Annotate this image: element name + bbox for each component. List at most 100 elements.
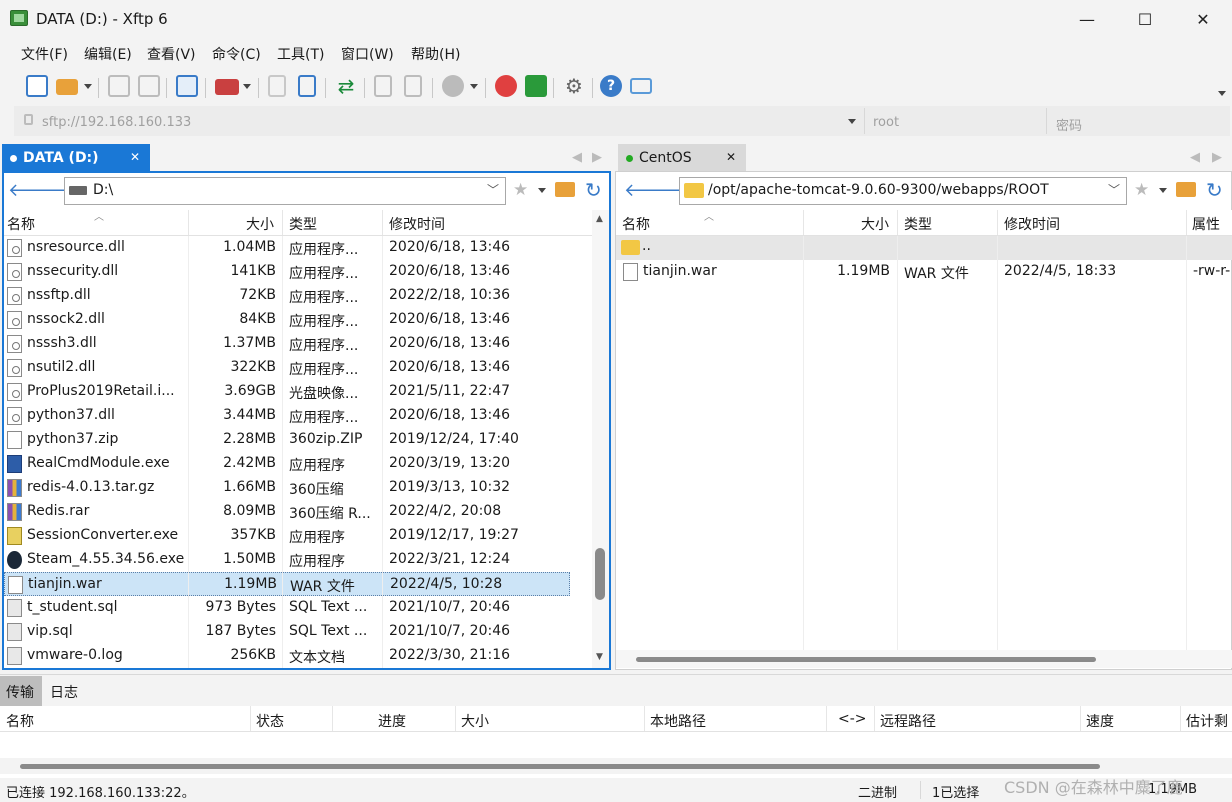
- settings-gear-icon[interactable]: ⚙: [563, 75, 585, 97]
- column-divider[interactable]: [644, 706, 645, 731]
- local-file-row[interactable]: nsssh3.dll 1.37MB 应用程序... 2020/6/18, 13:46: [4, 332, 592, 356]
- scroll-up-icon[interactable]: ▲: [596, 214, 603, 224]
- local-file-row[interactable]: RealCmdModule.exe 2.42MB 应用程序 2020/3/19, 13…: [4, 452, 592, 476]
- xftp-icon[interactable]: [525, 75, 547, 97]
- local-file-row[interactable]: nssftp.dll 72KB 应用程序... 2022/2/18, 10:36: [4, 284, 592, 308]
- column-size[interactable]: 大小: [861, 214, 889, 234]
- column-progress[interactable]: 进度: [378, 711, 406, 731]
- column-divider[interactable]: [897, 210, 898, 235]
- open-folder-icon[interactable]: [56, 79, 78, 95]
- username-input[interactable]: root: [873, 115, 899, 130]
- column-attributes[interactable]: 属性: [1192, 214, 1220, 234]
- favorites-star-icon[interactable]: ★: [513, 180, 528, 200]
- column-size[interactable]: 大小: [246, 214, 274, 234]
- local-file-row[interactable]: vip.sql 187 Bytes SQL Text ... 2021/10/7, 2…: [4, 620, 592, 644]
- column-eta[interactable]: 估计剩: [1186, 711, 1228, 731]
- column-divider[interactable]: [282, 210, 283, 235]
- local-file-row[interactable]: SessionConverter.exe 357KB 应用程序 2019/12/17,…: [4, 524, 592, 548]
- host-dropdown-icon[interactable]: [848, 119, 856, 124]
- scrollbar-thumb[interactable]: [636, 657, 1096, 662]
- favorites-star-icon[interactable]: ★: [1134, 180, 1149, 200]
- tab-local-data[interactable]: DATA (D:) ✕: [2, 144, 150, 172]
- column-divider[interactable]: [332, 706, 333, 731]
- xftp-app-icon[interactable]: [10, 10, 28, 26]
- column-divider[interactable]: [997, 210, 998, 235]
- xshell-icon[interactable]: [495, 75, 517, 97]
- tab-scroll-left-icon[interactable]: ◀: [1190, 150, 1200, 165]
- column-divider[interactable]: [250, 706, 251, 731]
- terminal-dropdown-icon[interactable]: [243, 84, 251, 89]
- scrollbar-thumb[interactable]: [595, 548, 605, 600]
- scroll-down-icon[interactable]: ▼: [596, 652, 603, 662]
- connect-icon[interactable]: [108, 75, 130, 97]
- remote-horizontal-scrollbar[interactable]: [616, 650, 1232, 668]
- new-session-icon[interactable]: [26, 75, 48, 97]
- column-modified[interactable]: 修改时间: [389, 214, 445, 234]
- local-file-row[interactable]: python37.dll 3.44MB 应用程序... 2020/6/18, 13:4…: [4, 404, 592, 428]
- remote-path-combobox[interactable]: /opt/apache-tomcat-9.0.60-9300/webapps/R…: [679, 177, 1127, 205]
- column-direction[interactable]: <->: [838, 711, 867, 727]
- tab-transfers[interactable]: 传输: [0, 676, 42, 706]
- path-dropdown-icon[interactable]: ﹀: [1108, 181, 1120, 198]
- stop-icon[interactable]: [442, 75, 464, 97]
- column-divider[interactable]: [382, 210, 383, 235]
- local-file-row[interactable]: ProPlus2019Retail.i... 3.69GB 光盘映像... 2021/…: [4, 380, 592, 404]
- menu-file[interactable]: 文件(F): [21, 44, 68, 64]
- column-modified[interactable]: 修改时间: [1004, 214, 1060, 234]
- column-remote-path[interactable]: 远程路径: [880, 711, 936, 731]
- menu-window[interactable]: 窗口(W): [341, 44, 394, 64]
- menu-view[interactable]: 查看(V): [147, 44, 196, 64]
- tab-close-icon[interactable]: ✕: [726, 150, 736, 164]
- path-dropdown-icon[interactable]: ﹀: [487, 181, 499, 198]
- upload-icon[interactable]: [268, 75, 286, 97]
- remote-file-row[interactable]: tianjin.war 1.19MB WAR 文件 2022/4/5, 18:3…: [616, 260, 1232, 284]
- column-divider[interactable]: [1186, 210, 1187, 235]
- local-vertical-scrollbar[interactable]: ▲ ▼: [592, 210, 609, 668]
- toolbar-overflow-icon[interactable]: [1218, 91, 1226, 96]
- tab-scroll-right-icon[interactable]: ▶: [592, 150, 602, 165]
- local-file-row[interactable]: nsutil2.dll 322KB 应用程序... 2020/6/18, 13:46: [4, 356, 592, 380]
- stop-dropdown-icon[interactable]: [470, 84, 478, 89]
- password-input[interactable]: 密码: [1056, 115, 1082, 134]
- chat-feedback-icon[interactable]: [630, 78, 652, 94]
- column-divider[interactable]: [874, 706, 875, 731]
- paste-icon[interactable]: [404, 75, 422, 97]
- help-icon[interactable]: ?: [600, 75, 622, 97]
- column-name[interactable]: 名称: [7, 214, 35, 234]
- refresh-icon[interactable]: ↻: [1206, 178, 1223, 202]
- sync-transfer-icon[interactable]: ⇄: [335, 75, 357, 97]
- tab-scroll-left-icon[interactable]: ◀: [572, 150, 582, 165]
- minimize-button[interactable]: —: [1058, 0, 1116, 38]
- home-folder-icon[interactable]: [555, 182, 575, 197]
- column-divider[interactable]: [188, 210, 189, 235]
- column-divider[interactable]: [1180, 706, 1181, 731]
- column-divider[interactable]: [455, 706, 456, 731]
- refresh-icon[interactable]: ↻: [585, 178, 602, 202]
- host-input[interactable]: sftp://192.168.160.133: [42, 115, 191, 130]
- tab-scroll-right-icon[interactable]: ▶: [1212, 150, 1222, 165]
- download-icon[interactable]: [298, 75, 316, 97]
- column-type[interactable]: 类型: [904, 214, 932, 234]
- column-name[interactable]: 名称: [622, 214, 650, 234]
- close-button[interactable]: ✕: [1174, 0, 1232, 38]
- local-file-row[interactable]: nssock2.dll 84KB 应用程序... 2020/6/18, 13:46: [4, 308, 592, 332]
- parent-dir-row[interactable]: ..: [616, 236, 1232, 260]
- favorites-dropdown-icon[interactable]: [1159, 188, 1167, 193]
- local-file-row[interactable]: t_student.sql 973 Bytes SQL Text ... 2021/1…: [4, 596, 592, 620]
- transfer-mode[interactable]: 二进制: [858, 782, 897, 801]
- local-path-combobox[interactable]: D:\ ﹀: [64, 177, 506, 205]
- column-type[interactable]: 类型: [289, 214, 317, 234]
- column-status[interactable]: 状态: [256, 711, 284, 731]
- local-file-row[interactable]: Steam_4.55.34.56.exe 1.50MB 应用程序 2022/3/21,…: [4, 548, 592, 572]
- favorites-dropdown-icon[interactable]: [538, 188, 546, 193]
- column-speed[interactable]: 速度: [1086, 711, 1114, 731]
- local-file-row[interactable]: Redis.rar 8.09MB 360压缩 R... 2022/4/2, 20:08: [4, 500, 592, 524]
- menu-command[interactable]: 命令(C): [212, 44, 261, 64]
- local-file-row[interactable]: python37.zip 2.28MB 360zip.ZIP 2019/12/24, …: [4, 428, 592, 452]
- maximize-button[interactable]: ☐: [1116, 0, 1174, 38]
- session-properties-icon[interactable]: [176, 75, 198, 97]
- column-size[interactable]: 大小: [461, 711, 489, 731]
- transfer-horizontal-scrollbar[interactable]: [0, 758, 1232, 774]
- column-divider[interactable]: [1080, 706, 1081, 731]
- local-file-row[interactable]: vmware-0.log 256KB 文本文档 2022/3/30, 21:16: [4, 644, 592, 668]
